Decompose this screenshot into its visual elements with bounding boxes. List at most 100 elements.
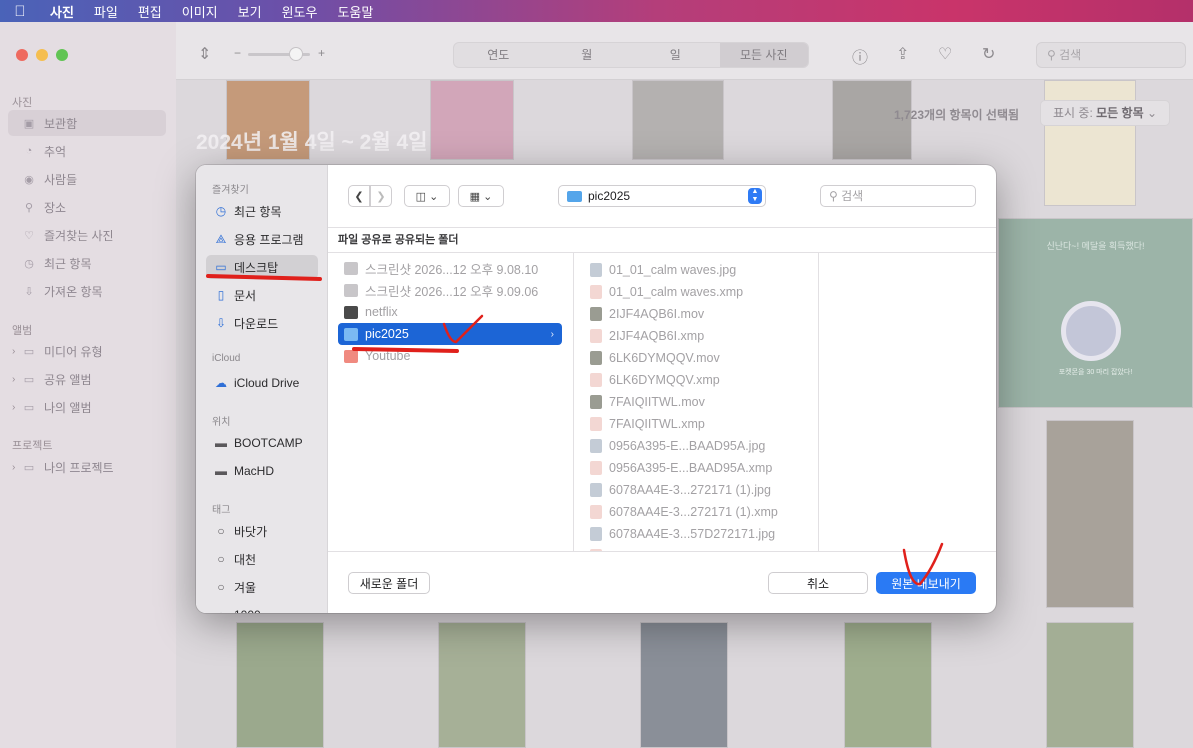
view-segment[interactable]: 월 [543, 43, 632, 67]
menu-item[interactable]: 보기 [228, 2, 272, 21]
photo-thumbnail[interactable] [438, 622, 526, 748]
photo-thumbnail[interactable] [430, 80, 514, 160]
view-segment[interactable]: 연도 [454, 43, 543, 67]
file-row[interactable]: 0956A395-E...BAAD95A.xmp [584, 457, 772, 479]
xmp-file-icon [590, 329, 602, 343]
drive-icon: ▬ [215, 464, 227, 478]
menu-item[interactable]: 이미지 [172, 2, 228, 21]
new-folder-button[interactable]: 새로운 폴더 [348, 572, 430, 594]
file-row[interactable]: 2IJF4AQB6I.xmp [584, 325, 704, 347]
dialog-sidebar-item[interactable]: ▬ MacHD [206, 459, 318, 483]
file-row[interactable]: 01_01_calm waves.xmp [584, 281, 743, 303]
file-row[interactable]: 6078AA4E-3...272171 (1).xmp [584, 501, 778, 523]
dialog-search-field[interactable]: ⚲ 검색 [820, 185, 976, 207]
chevron-right-icon[interactable]: › [12, 374, 15, 385]
photo-thumbnail[interactable] [236, 622, 324, 748]
file-row[interactable]: 6078AA4E-3...272171 (1).jpg [584, 479, 771, 501]
view-mode-button[interactable]: ◫ ⌄ [404, 185, 450, 207]
photo-thumbnail[interactable] [1046, 622, 1134, 748]
file-row[interactable]: netflix [338, 301, 398, 323]
dialog-sidebar-item[interactable]: ▬ BOOTCAMP [206, 431, 318, 455]
sidebar-item[interactable]: ⚲ 장소 [8, 194, 166, 220]
chevron-right-icon[interactable]: › [12, 346, 15, 357]
photo-thumbnail[interactable] [844, 622, 932, 748]
annotation-checkmark-pic2025 [442, 314, 484, 344]
sidebar-album-item[interactable]: › ▭ 미디어 유형 [8, 338, 166, 364]
image-file-icon [590, 439, 602, 453]
heart-icon[interactable]: ♡ [938, 44, 952, 64]
sidebar-item[interactable]: ⇩ 가져온 항목 [8, 278, 166, 304]
info-icon[interactable]: ⓘ [852, 44, 868, 68]
file-row[interactable]: 6078AA4E-3...57D272171.jpg [584, 523, 775, 545]
chevron-down-icon: ⌄ [483, 190, 493, 203]
back-button[interactable]: ❮ [348, 185, 370, 207]
share-icon[interactable]: ⇪ [896, 44, 909, 64]
file-row[interactable]: 스크린샷 2026...12 오후 9.08.10 [338, 257, 538, 279]
photo-library-icon: ▣ [23, 117, 35, 130]
screenshot-file-icon [344, 283, 358, 297]
file-row[interactable]: 2IJF4AQB6I.mov [584, 303, 704, 325]
tag-item[interactable]: ○ 1000 [206, 603, 318, 613]
sidebar-item[interactable]: ◉ 사람들 [8, 166, 166, 192]
file-row[interactable]: 스크린샷 2026...12 오후 9.09.06 [338, 279, 538, 301]
cancel-button[interactable]: 취소 [768, 572, 868, 594]
tag-item[interactable]: ○ 대천 [206, 547, 318, 571]
zoom-in-icon[interactable]: + [318, 46, 325, 60]
sidebar-project-item[interactable]: › ▭ 나의 프로젝트 [8, 454, 166, 480]
menu-item[interactable]: 도움말 [327, 2, 383, 21]
path-popup[interactable]: pic2025 ▲ ▼ [558, 185, 766, 207]
file-row[interactable]: 0956A395-E...BAAD95A.jpg [584, 435, 765, 457]
photo-thumbnail[interactable] [1046, 420, 1134, 608]
file-row[interactable]: 7FAIQIITWL.mov [584, 391, 705, 413]
sidebar-item[interactable]: ◔ 추억 [8, 138, 166, 164]
zoom-out-icon[interactable]: − [234, 46, 241, 60]
zoom-window-button[interactable] [56, 49, 68, 61]
file-row[interactable]: 6LK6DYMQQV.xmp [584, 369, 720, 391]
group-button[interactable]: ▦ ⌄ [458, 185, 504, 207]
dialog-sidebar-item[interactable]: ⟁ 응용 프로그램 [206, 227, 318, 251]
photos-search-field[interactable]: ⚲ 검색 [1036, 42, 1186, 68]
chevron-right-icon[interactable]: › [12, 462, 15, 473]
file-row[interactable]: 01_01_calm waves.jpg [584, 259, 736, 281]
menu-item[interactable]: 편집 [128, 2, 172, 21]
slideshow-icon[interactable]: ⇕ [198, 44, 211, 64]
sidebar-album-item[interactable]: › ▭ 나의 앨범 [8, 394, 166, 420]
sidebar-item[interactable]: ♡ 즐겨찾는 사진 [8, 222, 166, 248]
dialog-sidebar-item[interactable]: ◷ 최근 항목 [206, 199, 318, 223]
tags-section-label: 태그 [212, 505, 231, 516]
apple-menu-icon[interactable]:  [0, 3, 40, 20]
dialog-sidebar-item[interactable]: ☁ iCloud Drive [206, 371, 318, 395]
forward-button[interactable]: ❯ [370, 185, 392, 207]
view-segment[interactable]: 일 [631, 43, 720, 67]
sidebar-item[interactable]: ◷ 최근 항목 [8, 250, 166, 276]
minimize-window-button[interactable] [36, 49, 48, 61]
sidebar-item-label: 즐겨찾는 사진 [44, 228, 114, 243]
menu-item[interactable]: 윈도우 [272, 2, 328, 21]
dialog-sidebar-item[interactable]: ▯ 문서 [206, 283, 318, 307]
photo-thumbnail[interactable] [1044, 80, 1136, 206]
tag-item[interactable]: ○ 겨울 [206, 575, 318, 599]
file-name: 01_01_calm waves.jpg [609, 263, 737, 277]
sidebar-item[interactable]: ▣ 보관함 [8, 110, 166, 136]
photo-thumbnail[interactable]: 신난다~! 메달을 획득했다! 포켓몬을 30 마리 잡았다! [998, 218, 1193, 408]
view-segment[interactable]: 모든 사진 [719, 43, 808, 67]
show-filter-button[interactable]: 표시 중: 모든 항목 ⌄ [1040, 100, 1171, 126]
close-window-button[interactable] [16, 49, 28, 61]
file-row[interactable]: 6LK6DYMQQV.mov [584, 347, 720, 369]
dialog-sidebar-item[interactable]: ⇩ 다운로드 [206, 311, 318, 335]
menu-item[interactable]: 사진 [40, 2, 84, 21]
menu-item[interactable]: 파일 [84, 2, 128, 21]
banner-text: 신난다~! 메달을 획득했다! [1046, 241, 1145, 251]
memories-icon: ◔ [25, 145, 33, 157]
photo-thumbnail[interactable] [632, 80, 724, 160]
file-row[interactable]: 7FAIQIITWL.xmp [584, 413, 705, 435]
chevron-down-icon: ⌄ [1146, 106, 1158, 120]
sidebar-album-item[interactable]: › ▭ 공유 앨범 [8, 366, 166, 392]
zoom-slider-knob[interactable] [289, 47, 303, 61]
tag-item[interactable]: ○ 바닷가 [206, 519, 318, 543]
favorites-section-label: 즐겨찾기 [212, 185, 249, 196]
photo-thumbnail[interactable] [640, 622, 728, 748]
folder-icon: ▭ [23, 373, 35, 386]
rotate-icon[interactable]: ↻ [982, 44, 995, 64]
chevron-right-icon[interactable]: › [12, 402, 15, 413]
